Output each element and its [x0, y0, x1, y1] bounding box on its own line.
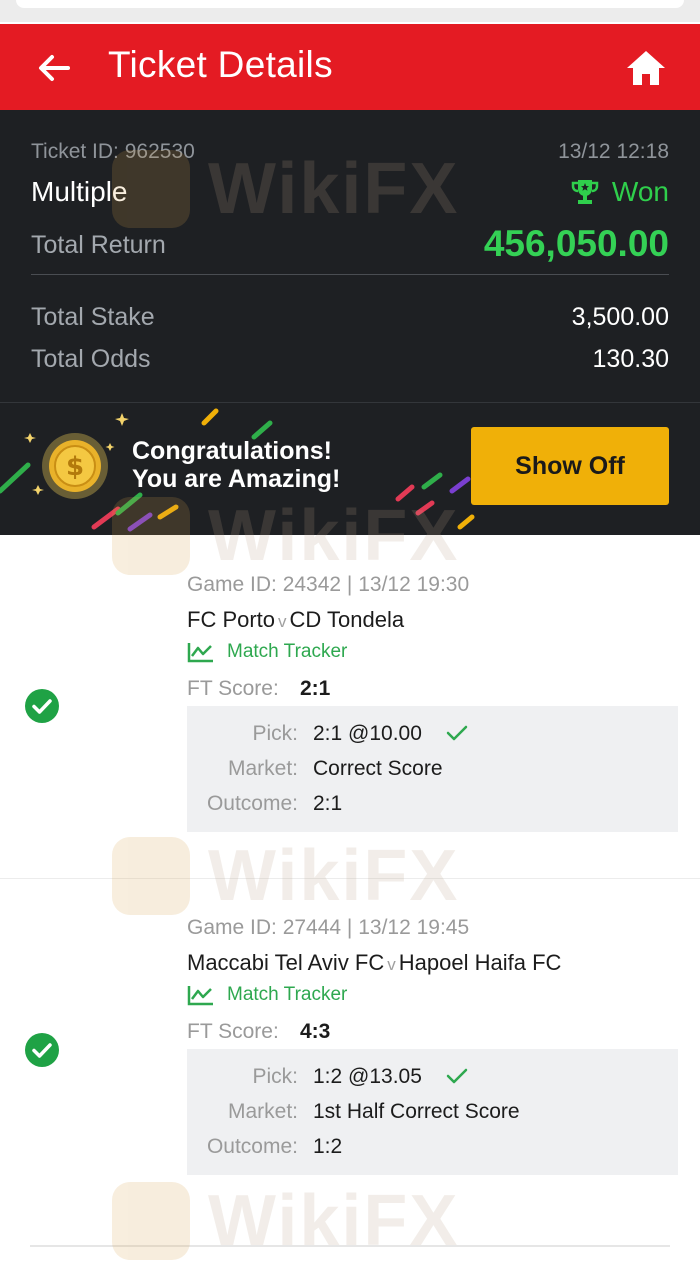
- ticket-summary: Ticket ID: 962530 13/12 12:18 Multiple W…: [0, 110, 700, 402]
- summary-divider: [31, 274, 669, 275]
- away-team: CD Tondela: [289, 607, 405, 632]
- pick-text: 1:2 @13.05: [313, 1065, 422, 1088]
- match-tracker-link[interactable]: Match Tracker: [187, 641, 347, 663]
- header-bar: Ticket Details: [0, 24, 700, 110]
- bet-type: Multiple: [31, 176, 128, 207]
- check-circle-icon: [25, 1033, 59, 1067]
- pick-value: 2:1 @10.00: [313, 722, 468, 746]
- game-meta: Game ID: 27444 | 13/12 19:45: [187, 916, 470, 939]
- match-teams: FC Porto v CD Tondela: [187, 607, 404, 633]
- ft-score-value: 4:3: [300, 1020, 331, 1043]
- page-title: Ticket Details: [108, 44, 333, 85]
- chart-line-icon: [187, 986, 213, 1006]
- dollar-coin-icon: $: [42, 433, 108, 499]
- market-value: 1st Half Correct Score: [313, 1100, 520, 1123]
- chart-line-icon: [187, 643, 213, 663]
- checkmark-icon: [446, 1068, 467, 1084]
- bottom-divider: [30, 1245, 670, 1247]
- market-value: Correct Score: [313, 757, 443, 780]
- check-circle-icon: [25, 689, 59, 723]
- ft-score-label: FT Score:: [187, 1020, 279, 1043]
- total-stake-label: Total Stake: [31, 303, 155, 331]
- ft-score-value: 2:1: [300, 677, 331, 700]
- ticket-datetime: 13/12 12:18: [558, 140, 669, 163]
- total-stake-value: 3,500.00: [571, 303, 669, 331]
- congrats-text: Congratulations! You are Amazing!: [132, 437, 340, 493]
- outcome-label: Outcome:: [206, 1135, 298, 1158]
- match-teams: Maccabi Tel Aviv FC v Hapoel Haifa FC: [187, 950, 561, 976]
- outcome-label: Outcome:: [206, 792, 298, 815]
- game-card: Game ID: 24342 | 13/12 19:30 FC Porto v CD…: [0, 535, 700, 878]
- pick-text: 2:1 @10.00: [313, 722, 422, 745]
- market-label: Market:: [227, 757, 298, 780]
- match-tracker-label: Match Tracker: [227, 984, 348, 1005]
- pick-label: Pick:: [252, 1065, 298, 1088]
- trophy-icon: [571, 180, 599, 204]
- pick-value: 1:2 @13.05: [313, 1065, 468, 1089]
- ft-score-label: FT Score:: [187, 677, 279, 700]
- top-strip: [0, 0, 700, 22]
- congrats-line-2: You are Amazing!: [132, 465, 341, 493]
- outcome-value: 1:2: [313, 1135, 343, 1158]
- congrats-banner: $ Congratulations! You are Amazing! Show…: [0, 402, 700, 535]
- pick-details: Pick: 1:2 @13.05 Market: 1st Half Correc…: [187, 1049, 678, 1175]
- show-off-button[interactable]: Show Off: [471, 427, 669, 505]
- svg-text:$: $: [66, 452, 84, 482]
- home-team: Maccabi Tel Aviv FC: [187, 950, 385, 975]
- outcome-value: 2:1: [313, 792, 343, 815]
- game-card: Game ID: 27444 | 13/12 19:45 Maccabi Tel…: [0, 878, 700, 1221]
- pick-details: Pick: 2:1 @10.00 Market: Correct Score O…: [187, 706, 678, 832]
- pick-label: Pick:: [252, 722, 298, 745]
- total-odds-label: Total Odds: [31, 345, 151, 373]
- status-label: Won: [611, 176, 669, 207]
- top-card-edge: [16, 0, 684, 8]
- game-meta: Game ID: 24342 | 13/12 19:30: [187, 573, 470, 596]
- home-team: FC Porto: [187, 607, 276, 632]
- ticket-id: Ticket ID: 962530: [31, 140, 195, 163]
- match-tracker-label: Match Tracker: [227, 641, 348, 662]
- versus-label: v: [387, 955, 396, 974]
- market-label: Market:: [227, 1100, 298, 1123]
- home-icon[interactable]: [624, 46, 668, 90]
- versus-label: v: [278, 612, 287, 631]
- total-return-value: 456,050.00: [483, 223, 669, 264]
- checkmark-icon: [446, 725, 467, 741]
- total-return-label: Total Return: [31, 231, 166, 259]
- status-badge: Won: [570, 176, 669, 208]
- congrats-line-1: Congratulations!: [132, 437, 332, 465]
- arrow-left-icon[interactable]: [34, 48, 74, 88]
- total-odds-value: 130.30: [592, 345, 669, 373]
- away-team: Hapoel Haifa FC: [398, 950, 562, 975]
- match-tracker-link[interactable]: Match Tracker: [187, 984, 347, 1006]
